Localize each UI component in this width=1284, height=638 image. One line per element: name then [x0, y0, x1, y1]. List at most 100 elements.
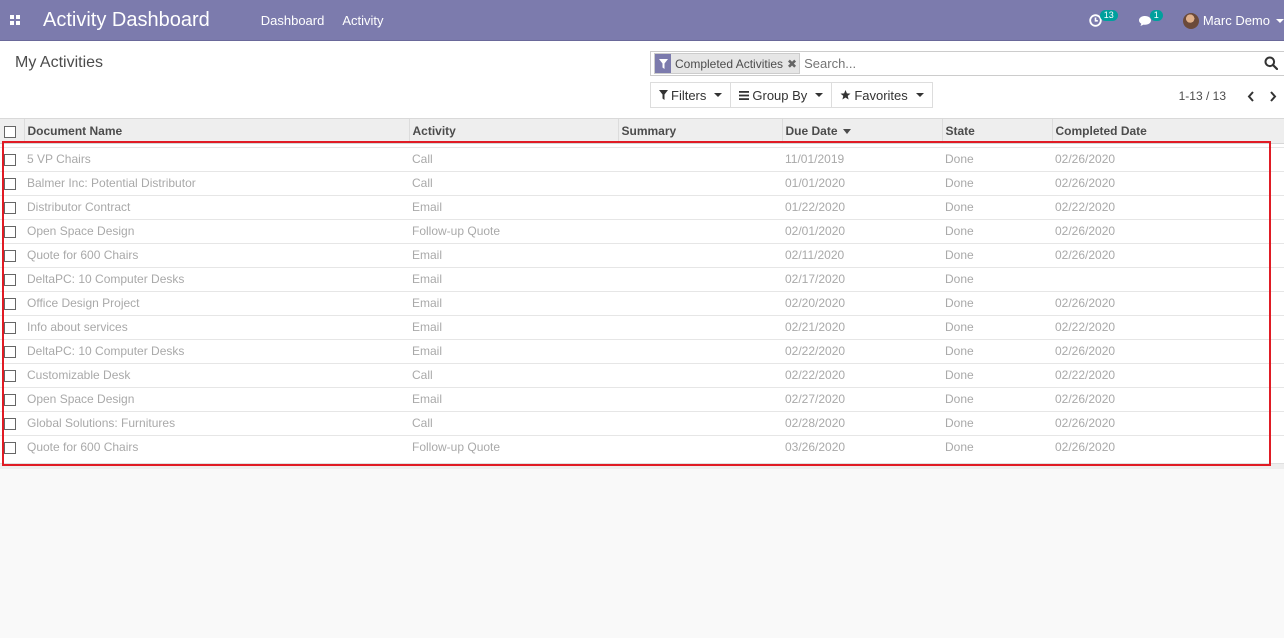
- pager-value[interactable]: 1-13 / 13: [1179, 89, 1226, 103]
- table-header-row: Document Name Activity Summary Due Date …: [0, 119, 1284, 144]
- row-checkbox[interactable]: [4, 249, 16, 262]
- cell-summary: [618, 434, 782, 459]
- search-input[interactable]: [804, 56, 1245, 71]
- activity-count-badge: 13: [1099, 10, 1118, 21]
- table-row[interactable]: DeltaPC: 10 Computer Desks Email 02/22/202…: [0, 338, 1284, 363]
- table-row[interactable]: Customizable Desk Call 02/22/2020 Done 02/22…: [0, 362, 1284, 387]
- row-checkbox-cell[interactable]: [0, 146, 24, 171]
- column-summary[interactable]: Summary: [617, 119, 782, 144]
- row-checkbox-cell[interactable]: [0, 386, 24, 411]
- cell-completed-date: 02/22/2020: [1052, 314, 1284, 339]
- caret-down-icon: [815, 93, 824, 97]
- table-row[interactable]: Balmer Inc: Potential Distributor Call 01/…: [0, 170, 1284, 195]
- cell-due-date: 01/01/2020: [782, 170, 942, 195]
- filters-button[interactable]: Filters: [650, 82, 732, 108]
- filter-icon: [655, 54, 671, 73]
- cell-state: Done: [942, 362, 1052, 387]
- star-icon: [840, 90, 851, 100]
- user-menu[interactable]: Marc Demo: [1182, 12, 1284, 29]
- close-icon[interactable]: ✖: [787, 57, 799, 71]
- table-row[interactable]: Office Design Project Email 02/20/2020 Done…: [0, 290, 1284, 315]
- app-brand: Activity Dashboard: [43, 8, 210, 31]
- table-row[interactable]: Distributor Contract Email 01/22/2020 Done 0…: [0, 194, 1284, 219]
- column-state[interactable]: State: [941, 119, 1052, 144]
- table-row[interactable]: DeltaPC: 10 Computer Desks Email 02/17/202…: [0, 266, 1284, 291]
- column-completed-date[interactable]: Completed Date: [1051, 119, 1284, 144]
- row-checkbox[interactable]: [4, 201, 16, 214]
- cell-state: Done: [942, 434, 1052, 459]
- search-options: Filters Group By Favorites: [650, 82, 933, 108]
- cell-due-date: 02/17/2020: [782, 266, 942, 291]
- cell-document-name: Customizable Desk: [24, 362, 409, 387]
- row-checkbox[interactable]: [4, 153, 16, 166]
- row-checkbox-cell[interactable]: [0, 194, 24, 219]
- cell-document-name: Distributor Contract: [24, 194, 409, 219]
- cell-due-date: 03/26/2020: [782, 434, 942, 459]
- table-row[interactable]: Quote for 600 Chairs Follow-up Quote 03/26…: [0, 434, 1284, 459]
- row-checkbox-cell[interactable]: [0, 170, 24, 195]
- systray: 13 1 Marc Demo: [1089, 0, 1284, 41]
- row-checkbox-cell[interactable]: [0, 266, 24, 291]
- row-checkbox-cell[interactable]: [0, 410, 24, 435]
- row-checkbox-cell[interactable]: [0, 218, 24, 243]
- row-checkbox-cell[interactable]: [0, 242, 24, 267]
- row-checkbox[interactable]: [4, 393, 16, 406]
- groupby-label: Group By: [752, 87, 808, 103]
- row-checkbox[interactable]: [4, 442, 16, 455]
- row-checkbox[interactable]: [4, 297, 16, 310]
- row-checkbox-cell[interactable]: [0, 290, 24, 315]
- cell-document-name: Quote for 600 Chairs: [24, 242, 409, 267]
- column-activity[interactable]: Activity: [408, 119, 618, 144]
- select-all-checkbox[interactable]: [4, 125, 16, 138]
- row-checkbox[interactable]: [4, 273, 16, 286]
- cell-activity: Email: [409, 314, 618, 339]
- table-row[interactable]: Open Space Design Email 02/27/2020 Done 02/2…: [0, 386, 1284, 411]
- table-row[interactable]: Open Space Design Follow-up Quote 02/01/20…: [0, 218, 1284, 243]
- cell-activity: Call: [409, 362, 618, 387]
- row-checkbox[interactable]: [4, 321, 16, 334]
- cell-summary: [618, 266, 782, 291]
- messaging-systray[interactable]: 1: [1138, 10, 1163, 27]
- cell-state: Done: [942, 218, 1052, 243]
- search-facet: Completed Activities ✖: [654, 53, 801, 74]
- cell-activity: Email: [409, 266, 618, 291]
- table-row[interactable]: 5 VP Chairs Call 11/01/2019 Done 02/26/2020: [0, 146, 1284, 171]
- cell-activity: Follow-up Quote: [409, 218, 618, 243]
- row-checkbox[interactable]: [4, 417, 16, 430]
- search-bar[interactable]: Completed Activities ✖: [650, 51, 1284, 76]
- row-checkbox-cell[interactable]: [0, 362, 24, 387]
- chevron-down-icon: [1276, 18, 1284, 23]
- row-checkbox[interactable]: [4, 177, 16, 190]
- chevron-right-icon[interactable]: [1262, 88, 1284, 104]
- cell-summary: [618, 410, 782, 435]
- cell-summary: [618, 194, 782, 219]
- avatar: [1182, 12, 1199, 29]
- apps-grid-icon[interactable]: [0, 0, 30, 41]
- cell-document-name: Quote for 600 Chairs: [24, 434, 409, 459]
- menu-activity[interactable]: Activity: [342, 13, 383, 28]
- cell-summary: [618, 338, 782, 363]
- row-checkbox[interactable]: [4, 369, 16, 382]
- column-due-date[interactable]: Due Date: [781, 119, 942, 144]
- row-checkbox[interactable]: [4, 345, 16, 358]
- cell-due-date: 02/20/2020: [782, 290, 942, 315]
- select-all-header[interactable]: [0, 119, 24, 144]
- table-body: 5 VP Chairs Call 11/01/2019 Done 02/26/2020 B…: [0, 143, 1284, 463]
- row-checkbox-cell[interactable]: [0, 434, 24, 459]
- table-row[interactable]: Global Solutions: Furnitures Call 02/28/20…: [0, 410, 1284, 435]
- favorites-button[interactable]: Favorites: [831, 82, 933, 108]
- groupby-button[interactable]: Group By: [730, 82, 833, 108]
- activity-systray[interactable]: 13: [1089, 10, 1118, 27]
- row-checkbox-cell[interactable]: [0, 314, 24, 339]
- menu-dashboard[interactable]: Dashboard: [261, 13, 325, 28]
- row-checkbox[interactable]: [4, 225, 16, 238]
- cell-completed-date: 02/26/2020: [1052, 218, 1284, 243]
- table-row[interactable]: Info about services Email 02/21/2020 Done 02…: [0, 314, 1284, 339]
- cell-state: Done: [942, 338, 1052, 363]
- table-row[interactable]: Quote for 600 Chairs Email 02/11/2020 Done 0…: [0, 242, 1284, 267]
- search-icon[interactable]: [1264, 56, 1278, 70]
- column-document-name[interactable]: Document Name: [23, 119, 409, 144]
- chevron-left-icon[interactable]: [1240, 88, 1262, 104]
- row-checkbox-cell[interactable]: [0, 338, 24, 363]
- column-due-date-label: Due Date: [785, 123, 838, 138]
